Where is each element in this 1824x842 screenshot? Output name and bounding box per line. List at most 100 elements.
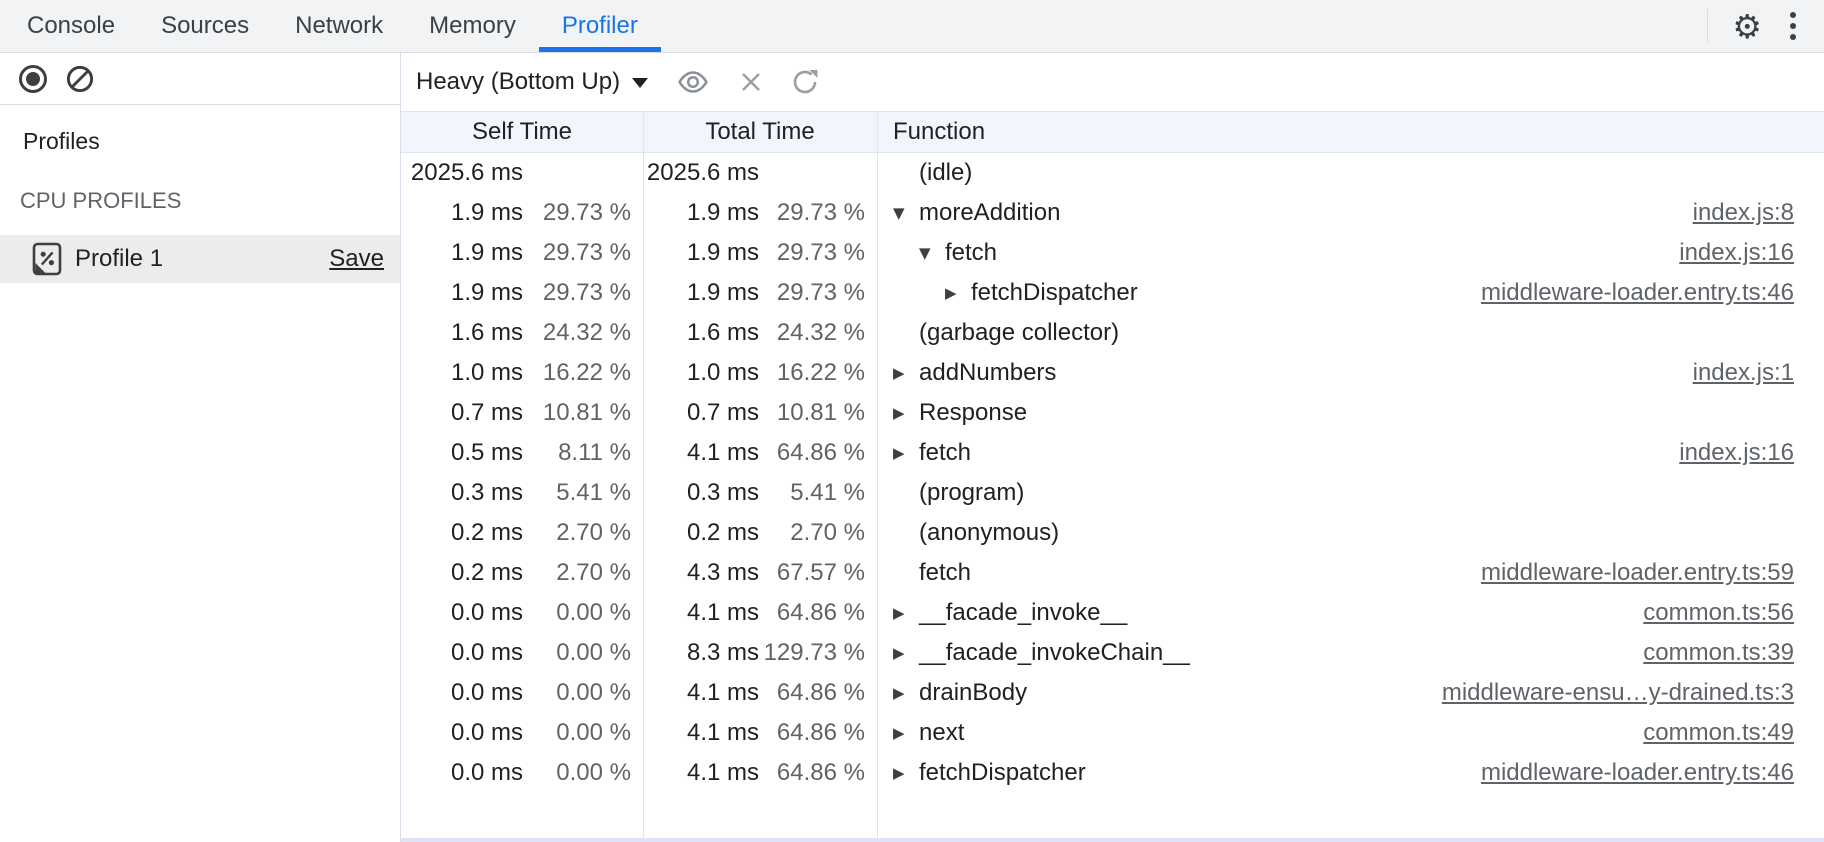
source-link[interactable]: middleware-ensu…y-drained.ts:3 [1442,679,1824,707]
self-ms: 0.5 ms [401,439,523,467]
total-time-cell: 4.1 ms 64.86 % [643,439,877,467]
self-time-cell: 0.5 ms 8.11 % [401,439,643,467]
tree-arrow-icon[interactable]: ▼ [919,244,945,262]
save-profile-link[interactable]: Save [329,245,384,273]
close-x-icon[interactable] [738,69,764,95]
tree-arrow-icon[interactable]: ▶ [893,724,919,742]
total-ms: 2025.6 ms [643,159,759,187]
function-name: Response [919,399,1027,427]
grid-bottom-strip [401,838,1824,842]
table-row[interactable]: 0.0 ms 0.00 % 4.1 ms 64.86 % ▶ __facade_… [401,593,1824,633]
tree-arrow-icon[interactable]: ▶ [893,404,919,422]
total-time-cell: 1.6 ms 24.32 % [643,319,877,347]
source-link[interactable]: middleware-loader.entry.ts:46 [1481,759,1824,787]
source-link[interactable]: index.js:8 [1693,199,1824,227]
grid-header: Self Time Total Time Function [401,111,1824,153]
table-row[interactable]: 0.2 ms 2.70 % 0.2 ms 2.70 % (anonymous) [401,513,1824,553]
self-ms: 0.0 ms [401,599,523,627]
table-row[interactable]: 1.9 ms 29.73 % 1.9 ms 29.73 % ▼ moreAddi… [401,193,1824,233]
self-ms: 0.0 ms [401,639,523,667]
source-link[interactable]: index.js:1 [1693,359,1824,387]
self-pct: 16.22 % [523,359,643,387]
self-ms: 0.0 ms [401,679,523,707]
tab-profiler[interactable]: Profiler [539,0,661,52]
table-row[interactable]: 0.0 ms 0.00 % 4.1 ms 64.86 % ▶ next comm… [401,713,1824,753]
self-pct: 0.00 % [523,719,643,747]
record-icon[interactable] [19,65,47,93]
self-pct: 29.73 % [523,279,643,307]
tab-network[interactable]: Network [272,0,406,52]
tree-arrow-icon[interactable]: ▶ [893,444,919,462]
self-time-cell: 0.0 ms 0.00 % [401,759,643,787]
total-time-cell: 1.9 ms 29.73 % [643,239,877,267]
total-pct: 64.86 % [759,599,877,627]
tab-sources[interactable]: Sources [138,0,272,52]
source-link[interactable]: common.ts:56 [1643,599,1824,627]
table-row[interactable]: 0.3 ms 5.41 % 0.3 ms 5.41 % (program) [401,473,1824,513]
function-name: fetch [919,439,971,467]
function-name: addNumbers [919,359,1056,387]
tree-arrow-icon[interactable]: ▶ [893,604,919,622]
source-link[interactable]: middleware-loader.entry.ts:59 [1481,559,1824,587]
table-row[interactable]: 1.9 ms 29.73 % 1.9 ms 29.73 % ▶ fetchDis… [401,273,1824,313]
table-row[interactable]: 1.9 ms 29.73 % 1.9 ms 29.73 % ▼ fetch in… [401,233,1824,273]
view-mode-dropdown[interactable]: Heavy (Bottom Up) [416,68,648,96]
table-row[interactable]: 2025.6 ms 2025.6 ms (idle) [401,153,1824,193]
tree-arrow-icon[interactable]: ▶ [893,364,919,382]
self-time-cell: 1.9 ms 29.73 % [401,199,643,227]
source-link[interactable]: index.js:16 [1679,439,1824,467]
more-vert-icon[interactable] [1786,8,1800,44]
self-ms: 1.9 ms [401,239,523,267]
total-ms: 1.9 ms [643,239,759,267]
profile-file-icon [32,242,62,276]
clear-icon[interactable] [65,64,95,94]
self-pct: 0.00 % [523,599,643,627]
profile-list-item[interactable]: Profile 1 Save [0,235,400,283]
total-pct: 29.73 % [759,199,877,227]
function-cell: ▶ fetchDispatcher middleware-loader.entr… [877,279,1824,307]
total-ms: 4.1 ms [643,679,759,707]
total-pct: 2.70 % [759,519,877,547]
table-row[interactable]: 0.0 ms 0.00 % 4.1 ms 64.86 % ▶ fetchDisp… [401,753,1824,793]
tab-memory[interactable]: Memory [406,0,539,52]
table-row[interactable]: 0.5 ms 8.11 % 4.1 ms 64.86 % ▶ fetch ind… [401,433,1824,473]
source-link[interactable]: index.js:16 [1679,239,1824,267]
self-ms: 0.2 ms [401,559,523,587]
profile-name: Profile 1 [75,245,163,273]
total-time-cell: 4.1 ms 64.86 % [643,759,877,787]
tree-arrow-icon[interactable]: ▶ [893,684,919,702]
total-time-cell: 2025.6 ms [643,159,877,187]
self-pct: 10.81 % [523,399,643,427]
table-row[interactable]: 0.2 ms 2.70 % 4.3 ms 67.57 % fetch middl… [401,553,1824,593]
tree-arrow-icon[interactable]: ▶ [893,764,919,782]
column-header-total-time[interactable]: Total Time [643,118,877,146]
table-row[interactable]: 1.6 ms 24.32 % 1.6 ms 24.32 % (garbage c… [401,313,1824,353]
devtools-tab-bar: Console Sources Network Memory Profiler … [0,0,1824,53]
tree-arrow-icon[interactable]: ▼ [893,204,919,222]
self-time-cell: 1.9 ms 29.73 % [401,239,643,267]
table-row[interactable]: 1.0 ms 16.22 % 1.0 ms 16.22 % ▶ addNumbe… [401,353,1824,393]
source-link[interactable]: common.ts:39 [1643,639,1824,667]
column-header-function[interactable]: Function [877,118,1824,146]
table-row[interactable]: 0.0 ms 0.00 % 8.3 ms 129.73 % ▶ __facade… [401,633,1824,673]
tree-arrow-icon[interactable]: ▶ [893,644,919,662]
table-row[interactable]: 0.7 ms 10.81 % 0.7 ms 10.81 % ▶ Response [401,393,1824,433]
tab-console[interactable]: Console [4,0,138,52]
settings-gear-icon[interactable]: ⚙ [1732,10,1762,43]
self-ms: 2025.6 ms [401,159,523,187]
source-link[interactable]: middleware-loader.entry.ts:46 [1481,279,1824,307]
total-time-cell: 0.3 ms 5.41 % [643,479,877,507]
function-name: (program) [919,479,1024,507]
table-row[interactable]: 0.0 ms 0.00 % 4.1 ms 64.86 % ▶ drainBody… [401,673,1824,713]
total-pct: 16.22 % [759,359,877,387]
column-header-self-time[interactable]: Self Time [401,118,643,146]
self-pct: 29.73 % [523,199,643,227]
total-ms: 1.9 ms [643,279,759,307]
total-ms: 4.3 ms [643,559,759,587]
tree-arrow-icon[interactable]: ▶ [945,284,971,302]
total-time-cell: 1.9 ms 29.73 % [643,199,877,227]
function-name: (idle) [919,159,972,187]
source-link[interactable]: common.ts:49 [1643,719,1824,747]
refresh-icon[interactable] [791,68,819,96]
visibility-eye-icon[interactable] [675,69,711,95]
